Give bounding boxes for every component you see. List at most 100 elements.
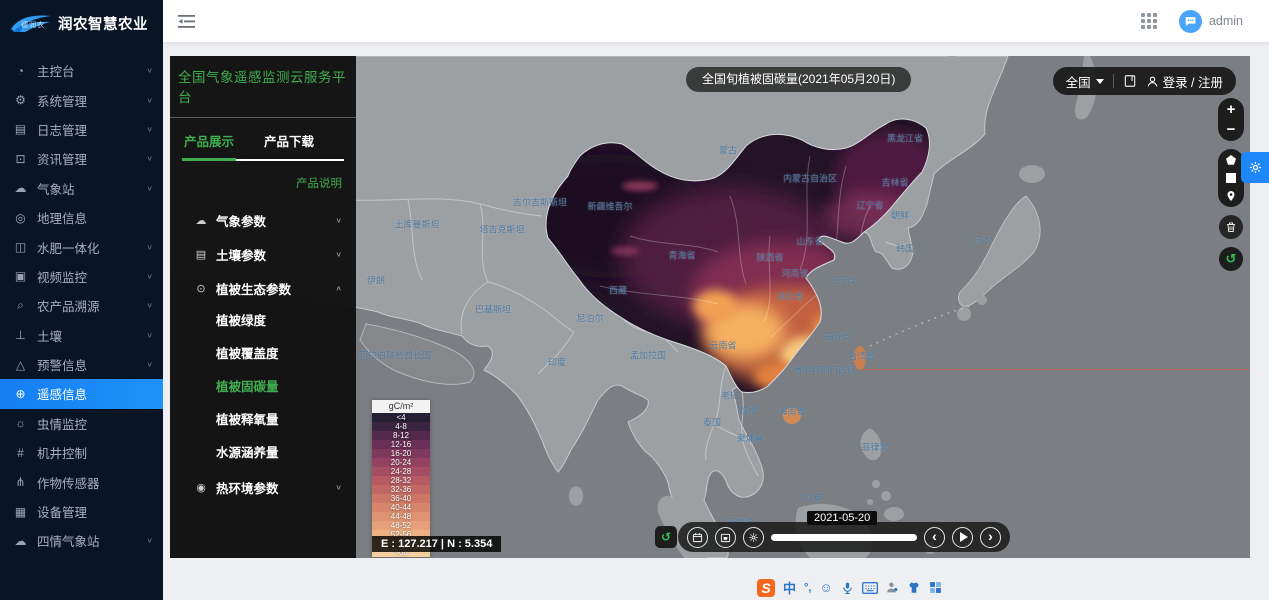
microphone-icon[interactable] (841, 581, 854, 595)
user-settings-icon[interactable] (886, 581, 899, 594)
marker-button[interactable] (1225, 190, 1237, 202)
sidebar-item-well[interactable]: #机井控制 (0, 438, 163, 467)
map-place-label: 蒙古 (719, 144, 737, 157)
legend-row: 44-48 (372, 512, 430, 521)
next-button[interactable]: › (980, 527, 1001, 548)
sidebar-item-geo-info[interactable]: ◎地理信息 (0, 203, 163, 232)
timeline-slider[interactable] (771, 534, 917, 541)
sidebar-item-soil[interactable]: ⊥土壤∨ (0, 321, 163, 350)
draw-rectangle-button[interactable] (1226, 173, 1236, 183)
legend-row: 40-44 (372, 503, 430, 512)
sidebar-item-pest[interactable]: ☼虫情监控 (0, 409, 163, 438)
sidebar-item-label: 系统管理 (37, 91, 146, 110)
chevron-down-icon: ∨ (335, 483, 342, 492)
sidebar-item-system[interactable]: ⚙系统管理∨ (0, 85, 163, 114)
history-button[interactable]: ↺ (1219, 247, 1243, 271)
tab-product-display[interactable]: 产品展示 (182, 131, 236, 161)
map-place-label: 文莱 (804, 492, 822, 505)
panel-title: 全国气象遥感监测云服务平台 (170, 56, 356, 118)
sidebar-item-logs[interactable]: ▤日志管理∨ (0, 115, 163, 144)
sidebar-item-dashboard[interactable]: ◔主控台∨ (0, 56, 163, 85)
tree-item-label: 热环境参数 (216, 478, 335, 497)
legend-row: <4 (372, 413, 430, 422)
sidebar-item-four-station[interactable]: ☁四情气象站∨ (0, 526, 163, 555)
map-place-label: 西藏 (609, 284, 627, 297)
map-place-label: 巴基斯坦 (475, 303, 511, 316)
sidebar-item-label: 气象站 (37, 179, 146, 198)
sidebar-item-trace[interactable]: ⌕农产品溯源∨ (0, 291, 163, 320)
map-viewport[interactable]: 蒙古黑龙江省内蒙古自治区吉林省辽宁省朝鲜韩国日本新疆维吾尔吉尔吉斯斯坦塔吉克斯坦… (170, 56, 1250, 558)
settings-flap-button[interactable] (1241, 152, 1269, 183)
play-button[interactable] (952, 527, 973, 548)
sidebar-item-crop-sensor[interactable]: ⋔作物传感器 (0, 467, 163, 496)
login-register[interactable]: 登录 / 注册 (1146, 72, 1223, 91)
map-place-label: 越南 (739, 404, 757, 417)
play-icon (960, 532, 968, 542)
map-place-label: 孟加拉国 (630, 349, 666, 362)
tree-item-vegetation-params[interactable]: ⊙植被生态参数∧ (170, 271, 356, 305)
skin-icon[interactable] (907, 581, 921, 594)
timeline-bar: ‹ › (678, 522, 1010, 552)
sidebar-item-label: 日志管理 (37, 120, 146, 139)
draw-polygon-button[interactable] (1225, 154, 1237, 166)
tab-product-download[interactable]: 产品下载 (262, 131, 316, 159)
journal-icon[interactable] (1123, 74, 1137, 88)
sidebar-item-remote-sensing[interactable]: ⊕遥感信息 (0, 379, 163, 408)
sidebar-item-label: 作物传感器 (37, 473, 153, 492)
calendar-range-button[interactable] (715, 527, 736, 548)
tree-subitem-greenness[interactable]: 植被绿度 (170, 305, 356, 338)
map-place-label: 泰国 (703, 416, 721, 429)
sogou-logo-icon[interactable]: S (757, 579, 775, 597)
sidebar-item-label: 四情气象站 (37, 531, 146, 550)
legend-row: 8-12 (372, 431, 430, 440)
legend-row: 24-28 (372, 467, 430, 476)
timeline-settings-button[interactable] (743, 527, 764, 548)
map-place-label: 新疆维吾尔 (587, 200, 632, 213)
sidebar-item-device[interactable]: ▦设备管理 (0, 497, 163, 526)
tree-subitem-oxygen[interactable]: 植被释氧量 (170, 404, 356, 437)
message-icon: ⊡ (13, 152, 28, 166)
sidebar-item-alert[interactable]: △预警信息∨ (0, 350, 163, 379)
punctuation-icon[interactable]: °, (804, 582, 811, 594)
tree-subitem-carbon[interactable]: 植被固碳量 (170, 371, 356, 404)
weather-params-icon: ☁ (194, 214, 208, 227)
tree-subitem-water-conservation[interactable]: 水源涵养量 (170, 437, 356, 470)
tree-item-thermal-params[interactable]: ◉热环境参数∨ (170, 470, 356, 504)
region-selector[interactable]: 全国 (1066, 72, 1104, 91)
map-place-label: 辽宁省 (856, 199, 883, 212)
parameter-tree: ☁气象参数∨▤土壤参数∨⊙植被生态参数∧植被绿度植被覆盖度植被固碳量植被释氧量水… (170, 203, 356, 504)
map-place-label: 内蒙古自治区 (783, 172, 837, 185)
sidebar-item-label: 遥感信息 (37, 384, 153, 403)
sidebar-item-water-fert[interactable]: ◫水肥一体化∨ (0, 232, 163, 261)
admin-username[interactable]: admin (1209, 14, 1243, 28)
collapse-menu-icon[interactable] (178, 15, 195, 28)
zoom-out-button[interactable]: − (1227, 123, 1236, 136)
sidebar-item-label: 虫情监控 (37, 414, 153, 433)
timeline-history-button[interactable]: ↺ (655, 526, 677, 548)
sidebar-item-news[interactable]: ⊡资讯管理∨ (0, 144, 163, 173)
chevron-down-icon: ∨ (335, 216, 342, 225)
product-description-link[interactable]: 产品说明 (170, 175, 342, 191)
tree-subitem-coverage[interactable]: 植被覆盖度 (170, 338, 356, 371)
zoom-in-button[interactable]: + (1227, 103, 1236, 116)
map-place-label: 江苏省 (828, 274, 855, 287)
apps-grid-icon[interactable] (1141, 13, 1157, 29)
chinese-mode-icon[interactable]: 中 (783, 578, 796, 597)
map-place-label: 土库曼斯坦 (394, 218, 439, 231)
sidebar-item-video[interactable]: ▣视频监控∨ (0, 262, 163, 291)
emoji-icon[interactable]: ☺ (819, 580, 832, 595)
calendar-button[interactable] (687, 527, 708, 548)
avatar[interactable] (1179, 10, 1202, 33)
map-place-label: 山东省 (796, 235, 823, 248)
toolbox-icon[interactable] (929, 581, 942, 594)
tree-item-label: 土壤参数 (216, 245, 335, 264)
sidebar-item-weather-station[interactable]: ☁气象站∨ (0, 174, 163, 203)
previous-button[interactable]: ‹ (924, 527, 945, 548)
tree-item-soil-params[interactable]: ▤土壤参数∨ (170, 237, 356, 271)
system-settings-icon: ⚙ (13, 93, 28, 107)
delete-button[interactable] (1219, 215, 1243, 239)
chevron-left-icon: ‹ (932, 529, 937, 543)
legend-row: 12-16 (372, 440, 430, 449)
keyboard-icon[interactable] (862, 582, 878, 594)
tree-item-weather-params[interactable]: ☁气象参数∨ (170, 203, 356, 237)
